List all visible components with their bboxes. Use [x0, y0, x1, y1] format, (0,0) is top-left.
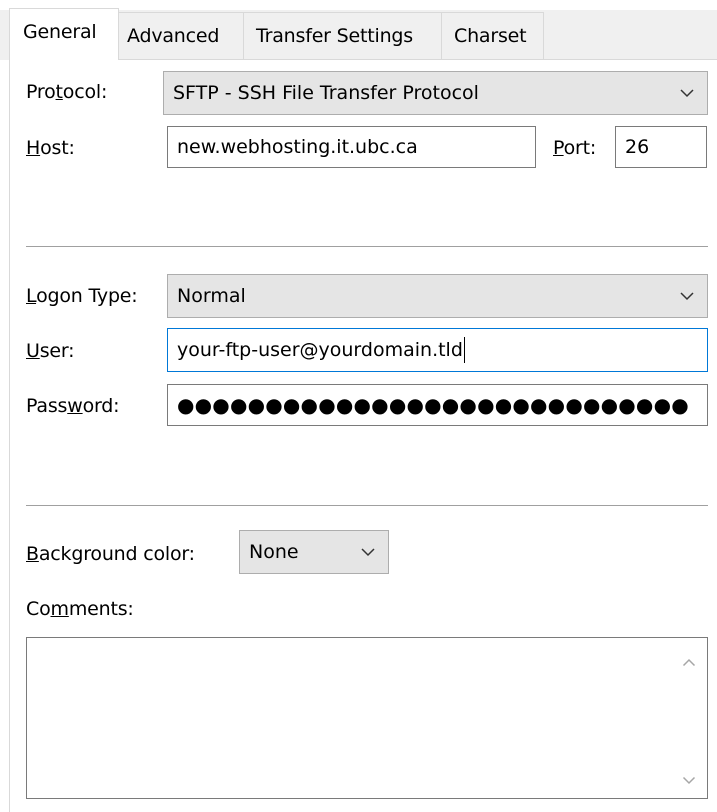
- text-caret: [463, 337, 465, 363]
- user-label: User:: [26, 340, 75, 362]
- host-label: Host:: [26, 137, 75, 159]
- chevron-down-icon[interactable]: [679, 770, 699, 790]
- protocol-value: SFTP - SSH File Transfer Protocol: [173, 82, 479, 104]
- tab-transfer-settings-label: Transfer Settings: [256, 25, 413, 47]
- port-input[interactable]: 26: [615, 126, 707, 168]
- port-value: 26: [625, 136, 650, 158]
- tab-advanced[interactable]: Advanced: [118, 12, 244, 60]
- separator-2: [26, 505, 708, 506]
- comments-label: Comments:: [26, 598, 134, 620]
- site-manager-general-panel: General Advanced Transfer Settings Chars…: [0, 0, 717, 812]
- protocol-select[interactable]: SFTP - SSH File Transfer Protocol: [163, 71, 708, 115]
- port-label: Port:: [553, 137, 597, 159]
- chevron-up-icon[interactable]: [679, 652, 699, 672]
- tab-strip: General Advanced Transfer Settings Chars…: [0, 0, 717, 60]
- password-input[interactable]: ●●●●●●●●●●●●●●●●●●●●●●●●●●●●●: [167, 384, 708, 426]
- tab-advanced-label: Advanced: [127, 25, 220, 47]
- user-input[interactable]: your-ftp-user@yourdomain.tld: [167, 328, 708, 372]
- tab-charset[interactable]: Charset: [441, 12, 544, 60]
- user-value: your-ftp-user@yourdomain.tld: [177, 339, 463, 361]
- separator-1: [26, 246, 708, 247]
- background-color-value: None: [249, 541, 299, 563]
- background-color-label: Background color:: [26, 543, 195, 565]
- host-input[interactable]: new.webhosting.it.ubc.ca: [167, 126, 536, 168]
- protocol-label: Protocol:: [26, 81, 108, 103]
- host-value: new.webhosting.it.ubc.ca: [177, 136, 418, 158]
- tab-transfer-settings[interactable]: Transfer Settings: [243, 12, 442, 60]
- tab-general-label: General: [23, 21, 97, 43]
- chevron-down-icon: [667, 291, 707, 301]
- logon-type-select[interactable]: Normal: [167, 274, 708, 318]
- password-value: ●●●●●●●●●●●●●●●●●●●●●●●●●●●●●: [177, 393, 689, 417]
- background-color-select[interactable]: None: [239, 530, 389, 574]
- chevron-down-icon: [348, 547, 388, 557]
- tab-general[interactable]: General: [9, 8, 119, 60]
- tab-charset-label: Charset: [454, 25, 527, 47]
- password-label: Password:: [26, 395, 120, 417]
- logon-type-label: Logon Type:: [26, 285, 138, 307]
- logon-type-value: Normal: [177, 285, 246, 307]
- comments-textarea[interactable]: [26, 637, 708, 799]
- chevron-down-icon: [667, 88, 707, 98]
